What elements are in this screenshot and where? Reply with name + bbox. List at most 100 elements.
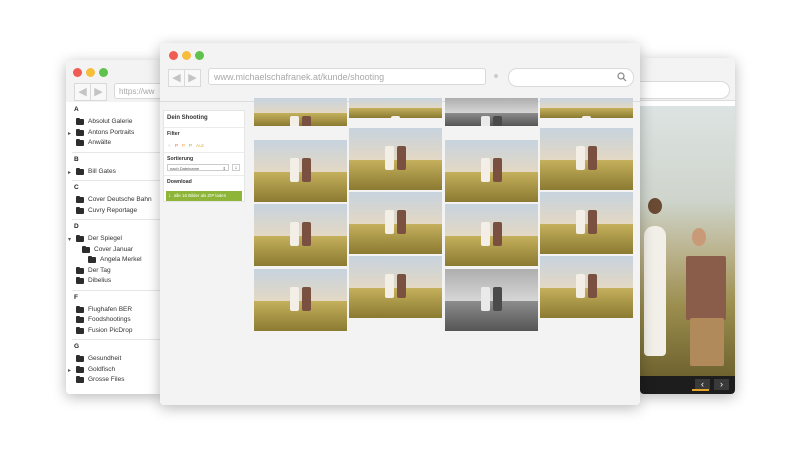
photo-thumbnail[interactable] [445, 204, 538, 266]
folder-label: Der Tag [88, 266, 111, 274]
sort-select[interactable]: nach Dateiname ⇕ [167, 164, 229, 171]
photo-field [254, 236, 347, 266]
close-window-button[interactable] [169, 51, 178, 60]
viewer-search-input[interactable] [640, 81, 730, 99]
folder-item[interactable]: Anwälte [66, 138, 162, 149]
back-button[interactable]: ◀ [168, 69, 185, 87]
folder-item[interactable]: Cover Januar [66, 245, 162, 256]
photo-thumbnail[interactable] [349, 256, 442, 318]
chevron-right-icon[interactable]: ▸ [68, 130, 71, 137]
bride-figure [481, 222, 490, 246]
folder-item[interactable]: Absolut Galerie [66, 117, 162, 128]
filter-chip[interactable]: P [182, 143, 185, 148]
section-letter: C [74, 184, 79, 191]
photo-thumbnail[interactable] [349, 128, 442, 190]
folder-item[interactable]: ▸ Goldfisch [66, 365, 162, 376]
photo-thumbnail[interactable] [540, 256, 633, 318]
photo-thumbnail[interactable] [349, 98, 442, 118]
folder-item[interactable]: ▸ Bill Gates [66, 167, 162, 178]
maximize-window-button[interactable] [195, 51, 204, 60]
photo-large[interactable] [640, 106, 735, 376]
folder-label: Antons Portraits [88, 128, 135, 136]
chevron-down-icon[interactable]: ▾ [68, 236, 71, 243]
close-window-button[interactable] [73, 68, 82, 77]
download-icon: ↓ [168, 193, 171, 199]
photo-thumbnail[interactable] [254, 204, 347, 266]
section-divider [72, 180, 162, 181]
next-photo-button[interactable]: › [714, 379, 729, 390]
sort-label: Sortierung [167, 156, 194, 162]
photo-sky [254, 98, 347, 113]
section-letter: A [74, 106, 79, 113]
photo-thumbnail[interactable] [254, 269, 347, 331]
photo-field [445, 236, 538, 266]
viewer-toolbar [640, 58, 735, 101]
folder-icon [76, 266, 84, 274]
folder-icon [76, 118, 84, 125]
forward-button[interactable]: ▶ [91, 83, 107, 101]
bride-figure [391, 116, 400, 118]
bride-figure [385, 274, 394, 298]
photo-sky [445, 98, 538, 113]
photo-thumbnail[interactable] [254, 140, 347, 202]
nav-buttons: ◀ ▶ [168, 69, 201, 87]
folder-label: Cover Deutsche Bahn [88, 196, 152, 203]
folder-item[interactable]: Foodshootings [66, 315, 162, 326]
viewer-bottom-bar: ‹ › [640, 376, 735, 394]
browser-toolbar: ◀ ▶ www.michaelschafranek.at/kunde/shoot… [160, 43, 640, 102]
photo-thumbnail[interactable] [254, 98, 347, 126]
chevron-right-icon[interactable]: ▸ [68, 367, 71, 374]
groom-figure [588, 210, 597, 234]
reload-icon[interactable] [494, 74, 498, 78]
address-bar[interactable]: www.michaelschafranek.at/kunde/shooting [208, 68, 486, 85]
photo-thumbnail[interactable] [540, 98, 633, 118]
folder-item[interactable]: Cover Deutsche Bahn [66, 195, 162, 206]
forward-button[interactable]: ▶ [185, 69, 201, 87]
folder-item[interactable]: Cuvry Reportage [66, 206, 162, 217]
filter-chip[interactable]: P [175, 143, 178, 148]
folder-icon [88, 256, 96, 263]
folder-item[interactable]: Flughafen BER [66, 305, 162, 316]
section-letter: G [74, 343, 80, 350]
photo-thumbnail[interactable] [445, 269, 538, 331]
back-button[interactable]: ◀ [74, 83, 91, 101]
folder-item[interactable]: Gesundheit [66, 354, 162, 365]
photo-thumbnail[interactable] [445, 98, 538, 126]
maximize-window-button[interactable] [99, 68, 108, 77]
folder-icon [76, 235, 84, 242]
filter-chip[interactable]: Auz [196, 143, 204, 148]
photo-thumbnail[interactable] [349, 192, 442, 254]
folder-label: Gesundheit [88, 355, 122, 362]
photo-thumbnail[interactable] [540, 128, 633, 190]
filter-chip[interactable]: × [168, 143, 171, 148]
folder-item[interactable]: Grosse Files [66, 375, 162, 386]
photo-sky [540, 192, 633, 225]
folder-item[interactable]: Fusion PicDrop [66, 326, 162, 337]
address-bar[interactable]: https://ww [114, 83, 162, 99]
folder-label: Flughafen BER [88, 305, 133, 313]
page-content: Dein Shooting Filter × P P P Auz Sortierung … [160, 98, 640, 405]
folder-item[interactable]: Dibelius [66, 276, 162, 287]
photo-thumbnail[interactable] [540, 192, 633, 254]
search-input[interactable] [508, 68, 634, 87]
download-zip-button[interactable]: ↓ alle 16 Bilder als ZIP laden [166, 191, 242, 201]
groom-figure [588, 146, 597, 170]
minimize-window-button[interactable] [86, 68, 95, 77]
sort-direction-button[interactable]: ↓ [232, 164, 240, 171]
photo-thumbnail[interactable] [445, 140, 538, 202]
folder-item[interactable]: Angela Merkel [66, 255, 162, 266]
bride-figure [481, 287, 490, 311]
minimize-window-button[interactable] [182, 51, 191, 60]
photo-sky [349, 128, 442, 161]
folder-item[interactable]: ▾ Der Spiegel [66, 234, 162, 245]
filter-chip[interactable]: P [189, 143, 192, 148]
bride-figure [576, 274, 585, 298]
nav-buttons: ◀ ▶ [74, 83, 107, 101]
chevron-right-icon[interactable]: ▸ [68, 169, 71, 176]
folder-item[interactable]: Der Tag [66, 266, 162, 277]
groom-figure [302, 222, 311, 246]
browser-toolbar: ◀ ▶ https://ww [66, 60, 162, 103]
folder-item[interactable]: ▸ Antons Portraits [66, 128, 162, 139]
groom-trousers [690, 318, 724, 366]
arrow-down-icon: ↓ [234, 165, 238, 171]
